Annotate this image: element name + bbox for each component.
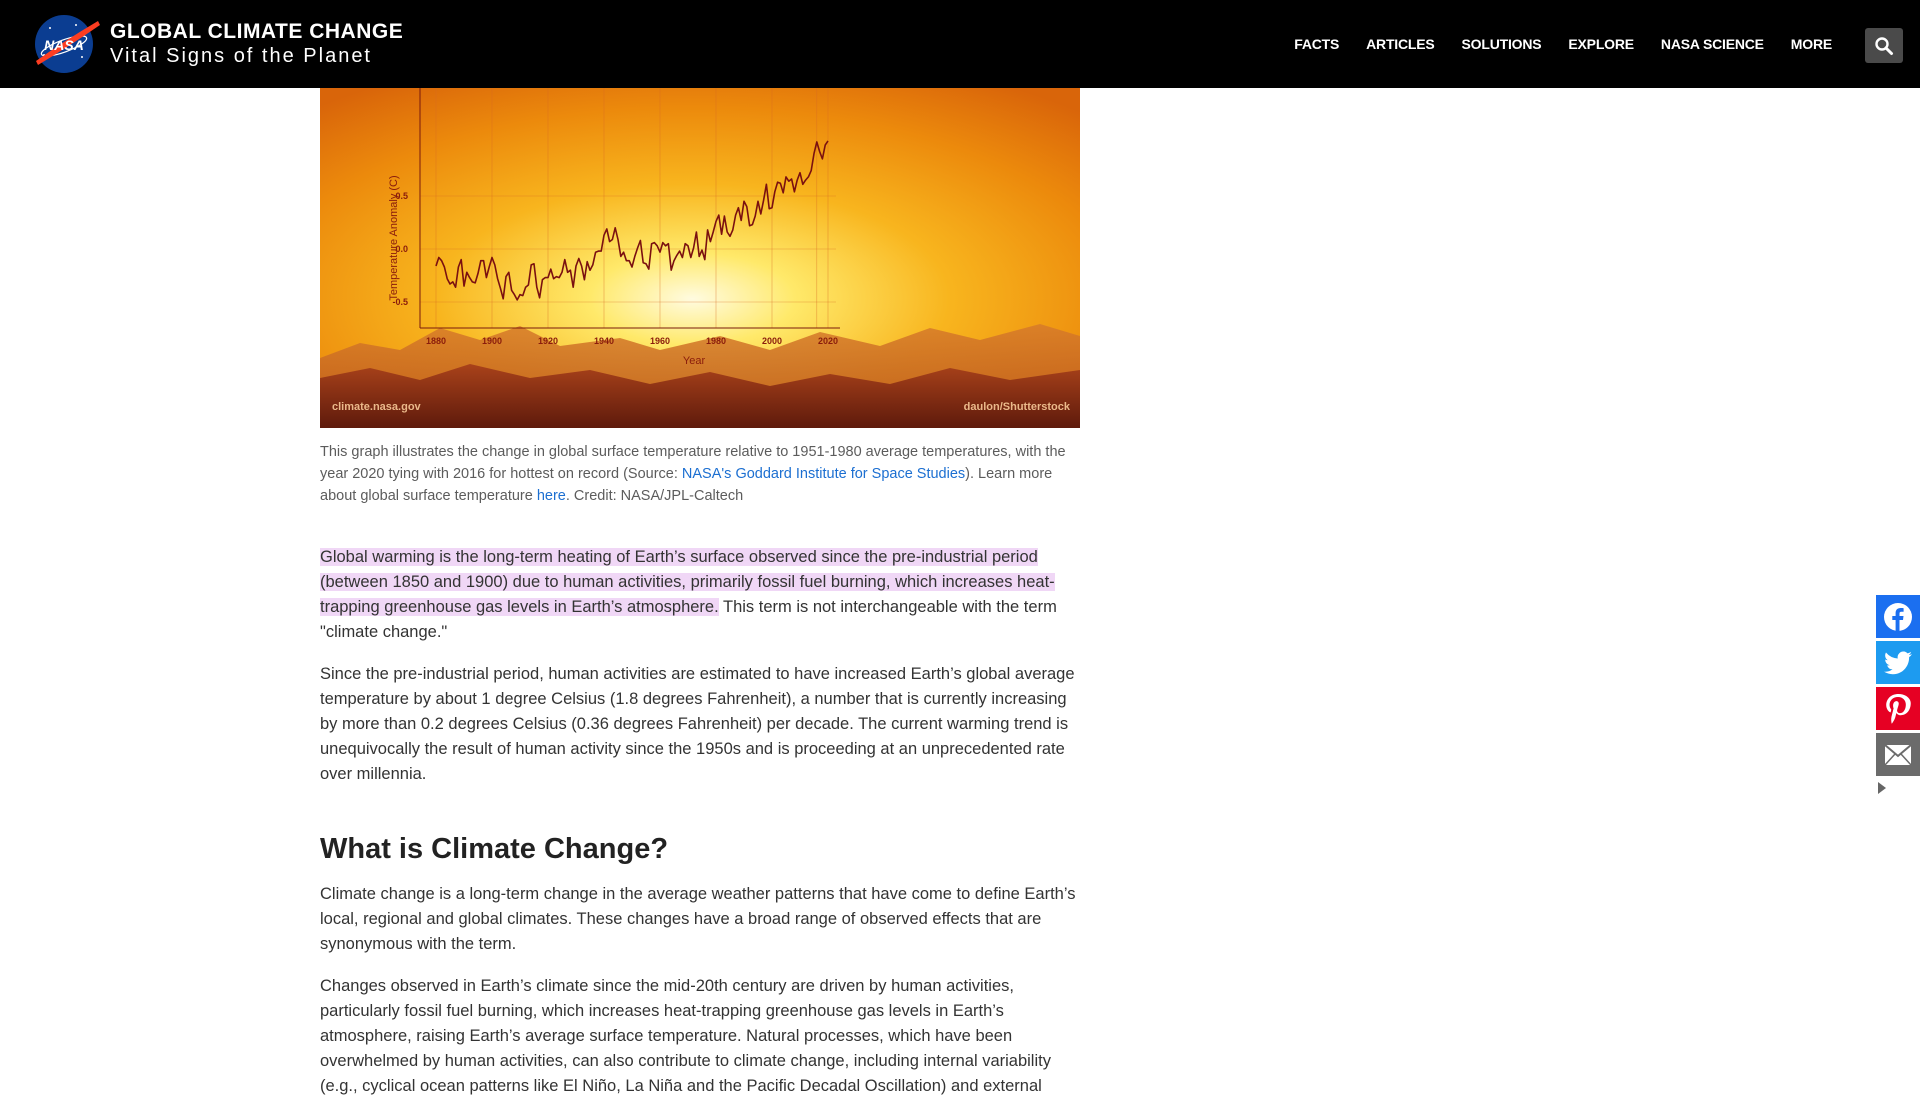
site-title: GLOBAL CLIMATE CHANGE — [110, 20, 404, 43]
goddard-link[interactable]: NASA's Goddard Institute for Space Studi… — [682, 466, 965, 482]
share-facebook-button[interactable] — [1876, 595, 1920, 638]
x-tick-label: 2020 — [818, 336, 838, 346]
climate-change-heading: What is Climate Change? — [320, 833, 669, 865]
twitter-icon — [1884, 650, 1912, 674]
caption-text-3: . Credit: NASA/JPL-Caltech — [565, 488, 744, 504]
x-tick-label: 1940 — [594, 336, 614, 346]
nasa-meatball-logo: NASA — [35, 15, 100, 73]
nav-item-solutions[interactable]: SOLUTIONS — [1462, 36, 1542, 52]
global-warming-paragraph: Global warming is the long-term heating … — [320, 545, 1080, 645]
share-pinterest-button[interactable] — [1876, 687, 1920, 730]
temperature-chart: 1880 1900 1920 1940 1960 1980 2000 20200.50.0-0… — [320, 88, 1080, 428]
nav-item-facts[interactable]: FACTS — [1294, 36, 1339, 52]
share-email-button[interactable] — [1876, 733, 1920, 776]
image-credit-site: climate.nasa.gov — [332, 401, 421, 413]
x-tick-label: 1880 — [426, 336, 446, 346]
surface-temperature-link[interactable]: here — [537, 488, 566, 504]
nav-item-more[interactable]: MORE — [1791, 36, 1832, 52]
nav-item-explore[interactable]: EXPLORE — [1568, 36, 1634, 52]
site-logo-link[interactable]: NASA GLOBAL CLIMATE CHANGE Vital Signs o… — [30, 12, 403, 76]
figure-caption: This graph illustrates the change in glo… — [320, 441, 1080, 507]
site-header: NASA GLOBAL CLIMATE CHANGE Vital Signs o… — [0, 0, 1920, 88]
x-tick-label: 1980 — [706, 336, 726, 346]
facebook-icon — [1884, 602, 1912, 631]
search-icon — [1875, 36, 1893, 55]
share-toggle-arrow-icon[interactable] — [1878, 782, 1886, 794]
share-bar — [1876, 595, 1920, 794]
image-credit-photo: daulon/Shutterstock — [963, 401, 1070, 413]
share-twitter-button[interactable] — [1876, 641, 1920, 684]
pinterest-icon — [1886, 693, 1911, 724]
y-axis-label: Temperature Anomaly (C) — [388, 175, 400, 300]
x-axis-label: Year — [683, 355, 706, 367]
search-button[interactable] — [1865, 28, 1903, 63]
nav-item-nasa-science[interactable]: NASA SCIENCE — [1661, 36, 1764, 52]
x-tick-label: 1900 — [482, 336, 502, 346]
nav-item-articles[interactable]: ARTICLES — [1366, 36, 1435, 52]
climate-drivers-paragraph: Changes observed in Earth’s climate sinc… — [320, 977, 1051, 1095]
x-tick-label: 1920 — [538, 336, 558, 346]
x-tick-label: 2000 — [762, 336, 782, 346]
article-content: 1880 1900 1920 1940 1960 1980 2000 2020 0.5 0.0 -0… — [320, 88, 1080, 1116]
svg-text:NASA: NASA — [44, 37, 84, 53]
temperature-figure: 1880 1900 1920 1940 1960 1980 2000 2020 0.5 0.0 -0… — [320, 88, 1080, 428]
main-nav: FACTS ARTICLES SOLUTIONS EXPLORE NASA SC… — [1267, 0, 1832, 88]
site-subtitle: Vital Signs of the Planet — [110, 45, 372, 67]
climate-change-definition-paragraph: Climate change is a long-term change in … — [320, 885, 1076, 953]
x-tick-label: 1960 — [650, 336, 670, 346]
email-icon — [1884, 743, 1912, 766]
warming-trend-paragraph: Since the pre-industrial period, human a… — [320, 665, 1075, 783]
